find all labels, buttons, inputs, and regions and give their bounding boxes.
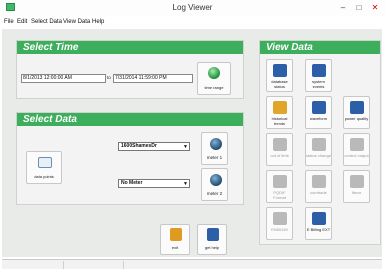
warning-icon xyxy=(273,138,287,151)
historical-trends-icon xyxy=(273,101,287,114)
title-bar: Log Viewer – □ ✕ xyxy=(0,0,385,16)
close-button[interactable]: ✕ xyxy=(368,2,382,13)
time-range-button[interactable]: time range xyxy=(197,62,231,95)
start-time-field[interactable]: 8/1/2013 12:00:00 AM xyxy=(21,74,106,83)
meter2-label: meter 2 xyxy=(206,191,223,196)
historical-trends-label: historical trends xyxy=(271,116,288,126)
database-status-label: database status xyxy=(271,79,288,89)
maximize-button[interactable]: □ xyxy=(352,2,366,13)
window-title: Log Viewer xyxy=(172,3,213,12)
get-help-label: get help xyxy=(204,245,220,250)
status-change-button[interactable]: status change xyxy=(305,133,332,166)
select-data-panel: Select Data data points 1600ShamesDr ▼ N… xyxy=(16,112,244,205)
en50160-button[interactable]: EN50160 xyxy=(266,207,293,240)
to-label: to xyxy=(107,75,111,80)
status-cell xyxy=(2,261,64,269)
select-time-panel: Select Time 8/1/2013 12:00:00 AM to 7/31… xyxy=(16,40,244,99)
menu-edit[interactable]: Edit xyxy=(17,19,27,25)
end-time-field[interactable]: 7/31/2014 11:59:00 PM xyxy=(113,74,193,83)
e-billing-ext-button[interactable]: E Billing EXT xyxy=(305,207,332,240)
time-range-label: time range xyxy=(204,85,224,90)
status-change-icon xyxy=(312,138,326,151)
menu-select-data[interactable]: Select Data xyxy=(31,19,62,25)
view-data-heading: View Data xyxy=(260,41,380,54)
get-help-button[interactable]: get help xyxy=(197,224,227,255)
meter2-button[interactable]: meter 2 xyxy=(201,168,228,201)
iferar-label: iferar xyxy=(351,190,362,195)
out-of-limit-label: out of limit xyxy=(270,153,289,158)
waveform-label: waveform xyxy=(309,116,328,121)
meter2-select[interactable]: No Meter ▼ xyxy=(118,179,190,188)
system-events-label: system events xyxy=(312,79,325,89)
status-bar xyxy=(2,259,382,269)
database-status-icon xyxy=(273,64,287,77)
exit-button[interactable]: exit xyxy=(160,224,190,255)
waveform-icon xyxy=(312,101,326,114)
out-of-limit-button[interactable]: out of limit xyxy=(266,133,293,166)
system-events-button[interactable]: system events xyxy=(305,59,332,92)
iferar-icon xyxy=(350,175,364,188)
pqdif-icon xyxy=(273,175,287,188)
menu-help[interactable]: Help xyxy=(92,19,104,25)
clock-icon xyxy=(208,67,220,79)
data-points-icon xyxy=(38,157,52,168)
data-points-label: data points xyxy=(34,174,54,179)
control-output-icon xyxy=(350,138,364,151)
select-data-heading: Select Data xyxy=(17,113,243,126)
control-output-button[interactable]: control output xyxy=(343,133,370,166)
status-change-label: status change xyxy=(306,153,331,158)
power-quality-icon xyxy=(350,101,364,114)
menu-view-data[interactable]: View Data xyxy=(63,19,90,25)
meter1-button[interactable]: meter 1 xyxy=(201,132,228,165)
iferar-button[interactable]: iferar xyxy=(343,170,370,203)
chevron-down-icon: ▼ xyxy=(183,144,188,150)
minimize-button[interactable]: – xyxy=(336,2,350,13)
comtrade-label: comtrade xyxy=(310,190,327,195)
en50160-icon xyxy=(273,212,287,225)
meter1-select[interactable]: 1600ShamesDr ▼ xyxy=(118,142,190,151)
power-quality-label: power quality xyxy=(344,116,369,121)
waveform-button[interactable]: waveform xyxy=(305,96,332,129)
power-quality-button[interactable]: power quality xyxy=(343,96,370,129)
meter-icon xyxy=(210,174,222,186)
pqdif-format-label: PQDIF Format xyxy=(273,190,286,200)
help-magnifier-icon xyxy=(207,228,219,241)
historical-trends-button[interactable]: historical trends xyxy=(266,96,293,129)
meter-icon xyxy=(210,138,222,150)
comtrade-icon xyxy=(312,175,326,188)
en50160-label: EN50160 xyxy=(271,227,288,232)
pqdif-format-button[interactable]: PQDIF Format xyxy=(266,170,293,203)
meter1-label: meter 1 xyxy=(206,155,223,160)
e-billing-ext-label: E Billing EXT xyxy=(306,227,331,232)
meter2-select-value: No Meter xyxy=(121,180,143,186)
data-points-button[interactable]: data points xyxy=(26,151,62,184)
exit-door-icon xyxy=(170,228,182,241)
meter1-select-value: 1600ShamesDr xyxy=(121,143,157,149)
comtrade-button[interactable]: comtrade xyxy=(305,170,332,203)
menu-bar: File Edit Select Data View Data Help xyxy=(0,17,385,28)
status-cell xyxy=(64,261,124,269)
control-output-label: control output xyxy=(344,153,369,158)
chevron-down-icon: ▼ xyxy=(183,181,188,187)
e-billing-icon xyxy=(312,212,326,225)
select-time-heading: Select Time xyxy=(17,41,243,54)
system-events-icon xyxy=(312,64,326,77)
database-status-button[interactable]: database status xyxy=(266,59,293,92)
exit-label: exit xyxy=(171,245,179,250)
menu-file[interactable]: File xyxy=(4,19,14,25)
